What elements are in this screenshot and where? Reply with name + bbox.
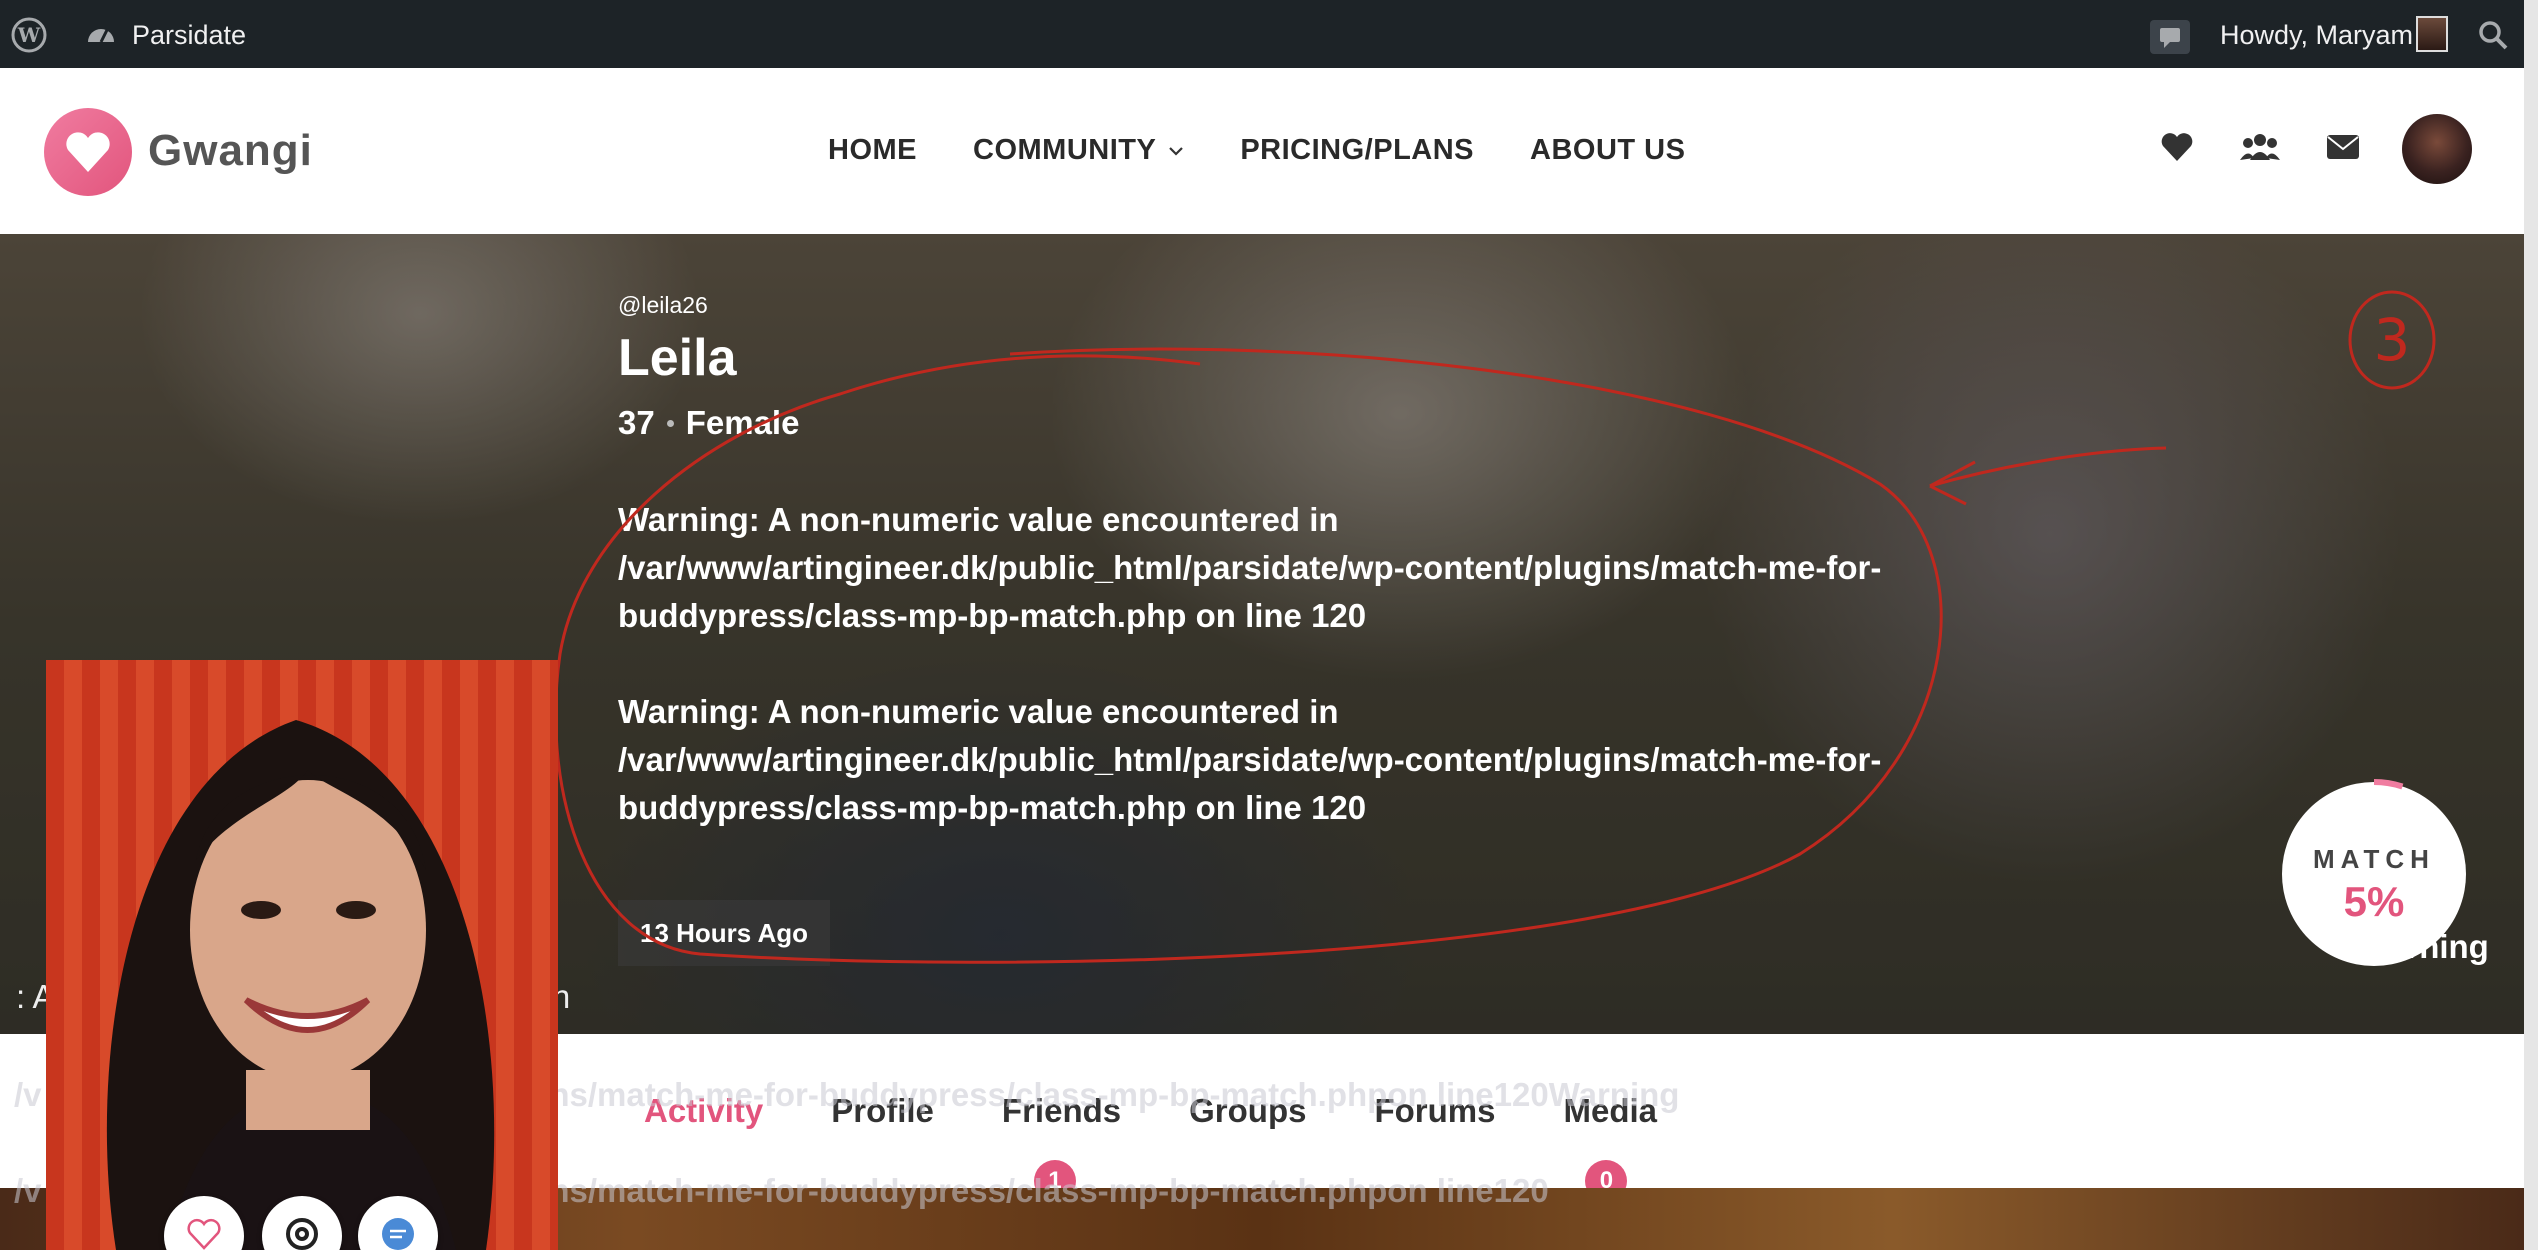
- main-nav: HOME COMMUNITY PRICING/PLANS ABOUT US: [828, 134, 1685, 167]
- wp-admin-bar: W Parsidate Howdy, Maryam: [0, 0, 2538, 68]
- match-value: 5%: [2343, 878, 2405, 925]
- svg-text:W: W: [17, 23, 41, 47]
- profile-display-name: Leila: [618, 329, 737, 387]
- match-label: MATCH: [2313, 844, 2435, 874]
- scrollbar[interactable]: [2524, 0, 2538, 1250]
- site-header: Gwangi HOME COMMUNITY PRICING/PLANS ABOU…: [0, 68, 2524, 234]
- nav-about-us[interactable]: ABOUT US: [1530, 134, 1685, 167]
- nav-home-label: HOME: [828, 134, 917, 166]
- envelope-icon[interactable]: [2326, 133, 2360, 161]
- dashboard-icon[interactable]: [84, 18, 118, 52]
- profile-meta: 37 Female: [618, 404, 799, 442]
- php-warning: Warning: A non-numeric value encountered…: [618, 693, 1882, 826]
- portrait-illustration: [106, 720, 495, 1250]
- wordpress-logo-icon[interactable]: W: [10, 16, 48, 54]
- nav-home[interactable]: HOME: [828, 134, 917, 167]
- howdy-user-menu[interactable]: Howdy, Maryam: [2220, 20, 2413, 51]
- php-warning: Warning: A non-numeric value encountered…: [618, 501, 1882, 634]
- logo-text[interactable]: Gwangi: [148, 126, 313, 176]
- heart-icon[interactable]: [2160, 132, 2194, 162]
- nav-community[interactable]: COMMUNITY: [973, 134, 1184, 167]
- nav-about-label: ABOUT US: [1530, 134, 1686, 166]
- site-name-link[interactable]: Parsidate: [132, 20, 246, 51]
- header-icons: [2160, 132, 2360, 162]
- profile-gender: Female: [685, 404, 800, 441]
- search-icon[interactable]: [2476, 18, 2510, 52]
- match-percentage: MATCH 5%: [2279, 779, 2469, 969]
- comment-icon[interactable]: [2150, 20, 2190, 54]
- nav-community-label: COMMUNITY: [973, 134, 1157, 166]
- profile-age: 37: [618, 404, 655, 441]
- profile-username: @leila26: [618, 292, 708, 318]
- gwangi-logo-icon[interactable]: [44, 108, 132, 196]
- last-active-badge: 13 Hours Ago: [618, 900, 831, 966]
- chevron-down-icon: [1169, 146, 1184, 156]
- profile-avatar-photo[interactable]: [46, 660, 558, 1250]
- nav-pricing-plans[interactable]: PRICING/PLANS: [1240, 134, 1474, 167]
- nav-pricing-label: PRICING/PLANS: [1240, 134, 1475, 166]
- separator-dot: [666, 419, 674, 427]
- user-avatar[interactable]: [2402, 114, 2472, 184]
- admin-avatar[interactable]: [2416, 16, 2448, 52]
- users-icon[interactable]: [2240, 132, 2280, 162]
